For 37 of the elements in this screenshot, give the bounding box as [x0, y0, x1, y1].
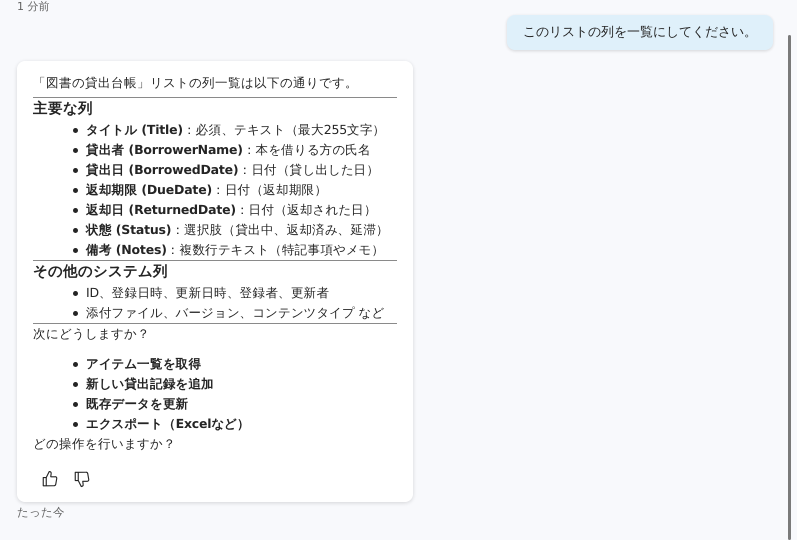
list-item: 備考 (Notes)：複数行テキスト（特記事項やメモ） [86, 241, 384, 259]
list-item: タイトル (Title)：必須、テキスト（最大255文字） [86, 121, 386, 139]
scrollbar[interactable] [788, 35, 791, 540]
bullet-icon [73, 422, 78, 426]
timestamp: たった今 [17, 506, 66, 519]
bullet-icon [73, 402, 78, 406]
thumbs-down-icon[interactable] [73, 470, 91, 488]
bullet-icon [73, 248, 78, 252]
list-item: エクスポート（Excelなど） [86, 415, 250, 433]
message-text: どの操作を行いますか？ [33, 435, 177, 453]
list-item: 返却期限 (DueDate)：日付（返却期限） [86, 181, 328, 199]
message-text: 次にどうしますか？ [33, 325, 151, 343]
message-text: 「図書の貸出台帳」リストの列一覧は以下の通りです。 [33, 74, 359, 92]
bullet-icon [73, 290, 78, 296]
list-item: 新しい貸出記録を追加 [86, 375, 214, 393]
thumbs-up-icon[interactable] [41, 470, 59, 488]
list-item: 返却日 (ReturnedDate)：日付（返却された日） [86, 201, 377, 219]
bullet-icon [73, 382, 78, 386]
list-item: アイテム一覧を取得 [86, 355, 202, 373]
bullet-icon [73, 228, 78, 232]
user-message: このリストの列を一覧にしてください。 [507, 15, 773, 50]
section-heading: 主要な列 [33, 99, 94, 119]
list-item: 添付ファイル、バージョン、コンテンツタイプ など [86, 304, 384, 322]
list-item: 貸出者 (BorrowerName)：本を借りる方の氏名 [86, 141, 371, 159]
bullet-icon [73, 188, 78, 192]
bullet-icon [73, 128, 78, 132]
list-item: 既存データを更新 [86, 395, 188, 413]
bullet-icon [73, 168, 78, 172]
section-heading: その他のシステム列 [33, 263, 169, 282]
bullet-icon [73, 208, 78, 212]
bullet-icon [73, 148, 78, 152]
timestamp: 1 分前 [17, 0, 50, 13]
bullet-icon [73, 310, 78, 316]
list-item: ID、登録日時、更新日時、登録者、更新者 [86, 284, 330, 302]
list-item: 貸出日 (BorrowedDate)：日付（貸し出した日） [86, 161, 380, 179]
list-item: 状態 (Status)：選択肢（貸出中、返却済み、延滞） [86, 221, 389, 239]
bullet-icon [73, 362, 78, 366]
